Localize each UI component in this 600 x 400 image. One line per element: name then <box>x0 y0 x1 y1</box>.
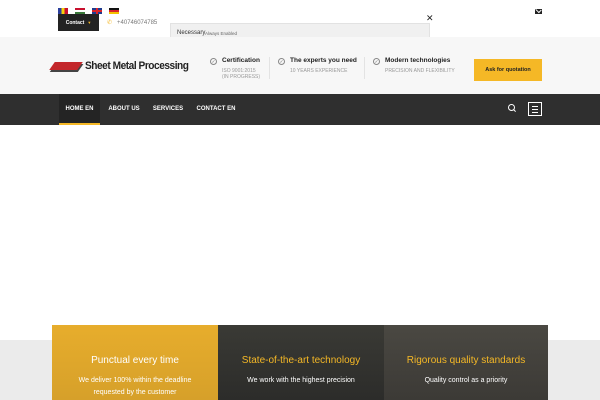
close-icon[interactable]: ✕ <box>426 14 434 23</box>
feature-title: Modern technologies <box>385 57 451 64</box>
contact-dropdown-button[interactable]: Contact ▼ <box>58 14 99 31</box>
cookie-category-label[interactable]: Necessary <box>177 30 205 36</box>
logo-icon <box>52 59 82 73</box>
panel-title: Rigorous quality standards <box>406 355 526 366</box>
panel-title: Punctual every time <box>91 355 179 366</box>
panel-desc: Quality control as a priority <box>424 377 508 384</box>
panel-desc: We work with the highest precision <box>247 377 355 384</box>
nav-item-contact[interactable]: CONTACT EN <box>192 94 240 125</box>
logo-text: Sheet Metal Processing <box>85 60 189 72</box>
nav-item-services[interactable]: SERVICES <box>149 94 187 125</box>
divider <box>269 57 270 79</box>
feature-panel-quality: Rigorous quality standards Quality contr… <box>384 325 548 400</box>
feature-desc: PRECISION AND FLEXIBILITY <box>385 68 455 74</box>
ask-for-quotation-button[interactable]: Ask for quotation <box>474 59 542 81</box>
check-circle-icon: ✓ <box>278 58 285 65</box>
nav-item-about[interactable]: ABOUT US <box>103 94 145 125</box>
check-circle-icon: ✓ <box>373 58 380 65</box>
feature-title: Certification <box>222 57 260 64</box>
search-icon[interactable] <box>508 104 517 113</box>
main-nav: HOME EN ABOUT US SERVICES CONTACT EN <box>0 94 600 125</box>
panel-desc: We deliver 100% within the deadline requ… <box>78 377 192 396</box>
hero-slider <box>0 125 600 340</box>
phone-contact[interactable]: ✆ +40746074785 <box>107 19 158 27</box>
panel-title: State-of-the-art technology <box>241 355 361 366</box>
nav-item-home[interactable]: HOME EN <box>59 94 100 125</box>
hamburger-menu-icon[interactable] <box>528 102 542 116</box>
mail-icon[interactable] <box>535 9 542 14</box>
phone-icon: ✆ <box>107 20 113 26</box>
site-logo[interactable]: Sheet Metal Processing <box>52 59 198 73</box>
flag-de-icon[interactable] <box>109 8 119 14</box>
cookie-status: Always Enabled <box>205 31 238 36</box>
menu-line <box>532 112 538 113</box>
menu-line <box>532 106 538 107</box>
phone-number: +40746074785 <box>117 19 158 26</box>
check-circle-icon: ✓ <box>210 58 217 65</box>
contact-dropdown-label: Contact <box>65 19 85 26</box>
menu-line <box>532 109 538 110</box>
feature-title: The experts you need <box>290 57 357 64</box>
feature-panel-technology: State-of-the-art technology We work with… <box>218 325 384 400</box>
feature-desc: 10 YEARS EXPERIENCE <box>290 68 348 74</box>
divider <box>364 57 365 79</box>
feature-desc-line: (IN PROGRESS) <box>222 74 261 80</box>
chevron-down-icon: ▼ <box>87 20 92 25</box>
feature-panel-punctual: Punctual every time We deliver 100% with… <box>52 325 218 400</box>
feature-desc: ISO 9001:2015 (IN PROGRESS) <box>222 68 260 80</box>
